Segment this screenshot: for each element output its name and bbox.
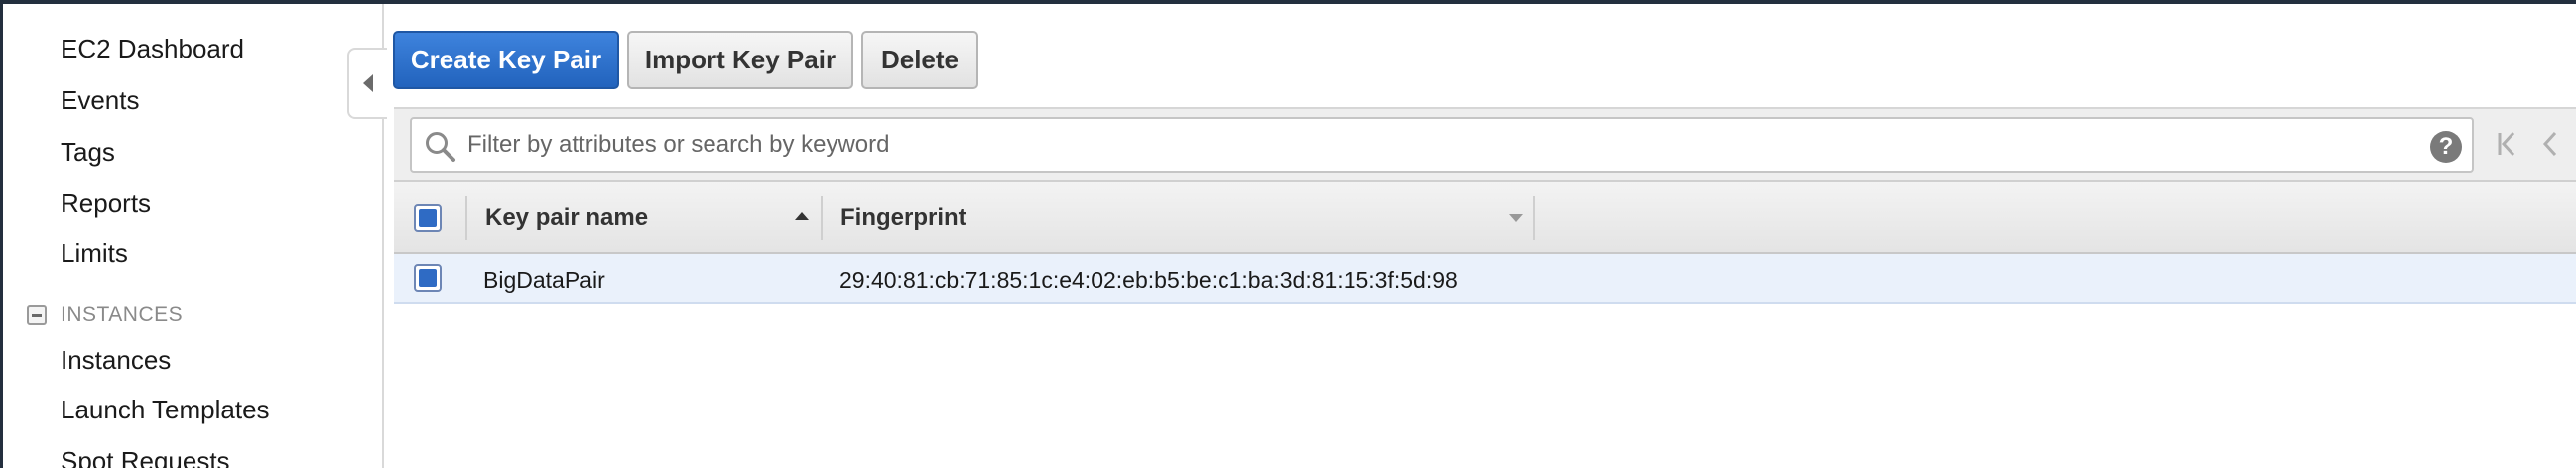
table-header: Key pair name Fingerprint <box>394 180 2576 254</box>
sidebar-item-launch-templates[interactable]: Launch Templates <box>61 395 270 425</box>
delete-button[interactable]: Delete <box>861 31 978 89</box>
select-all-checkbox[interactable] <box>414 204 442 232</box>
import-key-pair-button[interactable]: Import Key Pair <box>627 31 853 89</box>
collapse-section-icon[interactable] <box>27 305 47 325</box>
sidebar-item-spot-requests[interactable]: Spot Requests <box>61 446 230 468</box>
column-divider <box>821 196 823 240</box>
help-icon[interactable]: ? <box>2430 131 2462 163</box>
search-input[interactable] <box>467 119 2412 171</box>
first-page-icon[interactable] <box>2496 129 2519 159</box>
sidebar: EC2 Dashboard Events Tags Reports Limits… <box>3 4 384 468</box>
column-divider <box>465 196 467 240</box>
row-checkbox[interactable] <box>414 264 442 292</box>
column-header-fingerprint[interactable]: Fingerprint <box>840 204 966 232</box>
sidebar-item-ec2-dashboard[interactable]: EC2 Dashboard <box>61 34 244 64</box>
table-row[interactable]: BigDataPair 29:40:81:cb:71:85:1c:e4:02:e… <box>394 254 2576 304</box>
column-divider <box>1533 196 1535 240</box>
key-pair-name-cell: BigDataPair <box>483 267 605 292</box>
sidebar-item-instances[interactable]: Instances <box>61 345 171 376</box>
sidebar-section-instances[interactable]: INSTANCES <box>27 303 183 327</box>
column-header-key-pair-name[interactable]: Key pair name <box>485 204 648 232</box>
sidebar-section-label: INSTANCES <box>61 303 184 326</box>
collapse-sidebar-button[interactable] <box>347 48 387 119</box>
search-icon <box>426 132 455 162</box>
fingerprint-cell: 29:40:81:cb:71:85:1c:e4:02:eb:b5:be:c1:b… <box>839 267 1458 292</box>
sidebar-item-tags[interactable]: Tags <box>61 137 115 168</box>
filter-bar: ? <box>394 107 2576 180</box>
sidebar-item-events[interactable]: Events <box>61 85 140 116</box>
sidebar-item-limits[interactable]: Limits <box>61 238 128 269</box>
chevron-left-icon <box>363 74 373 92</box>
sidebar-item-reports[interactable]: Reports <box>61 188 151 219</box>
search-box[interactable]: ? <box>410 117 2474 173</box>
create-key-pair-button[interactable]: Create Key Pair <box>393 31 619 89</box>
previous-page-icon[interactable] <box>2537 129 2561 159</box>
sort-toggle-icon[interactable] <box>1509 214 1523 222</box>
sort-ascending-icon[interactable] <box>795 212 809 220</box>
